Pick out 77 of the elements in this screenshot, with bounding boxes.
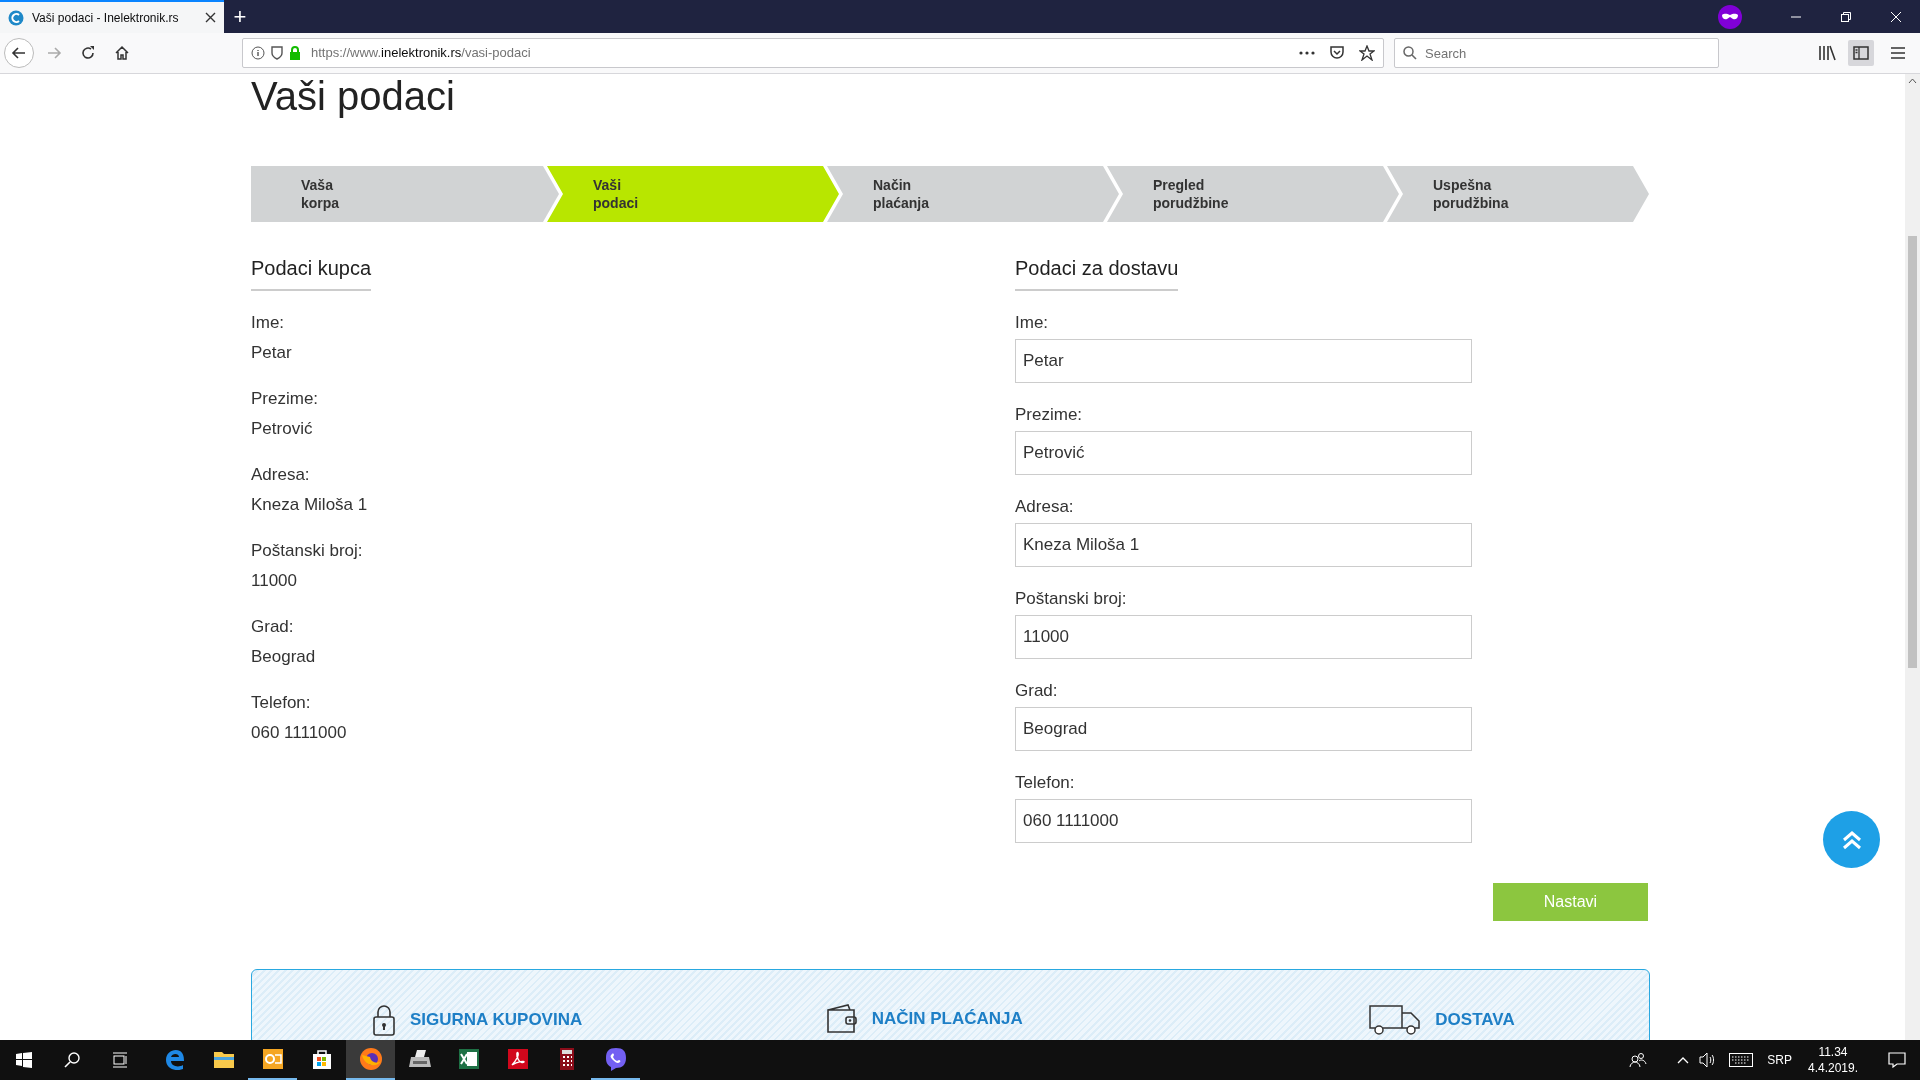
field-label: Ime: (1015, 312, 1049, 334)
field-value: Beograd (251, 646, 316, 668)
input-field[interactable]: Petrović (1015, 431, 1472, 475)
checkout-step[interactable]: Uspešna porudžbina (1387, 166, 1649, 222)
taskbar-app-icon[interactable] (346, 1040, 395, 1080)
star-icon[interactable] (1359, 45, 1375, 61)
close-icon[interactable] (205, 12, 216, 23)
people-icon[interactable] (1629, 1052, 1648, 1068)
wallet-icon (825, 1004, 858, 1034)
field-label: Adresa: (1015, 496, 1074, 518)
section-heading: Podaci kupca (251, 253, 372, 291)
checkout-step[interactable]: Vaša korpa (251, 166, 559, 222)
field-label: Grad: (251, 616, 294, 638)
private-mask-icon (1718, 4, 1742, 29)
input-field[interactable]: 11000 (1015, 615, 1472, 659)
reload-icon[interactable] (80, 45, 96, 61)
search-field[interactable]: Search (1394, 38, 1719, 68)
search-icon (1403, 46, 1417, 60)
banner-label: NAČIN PLAĆANJA (871, 1008, 1023, 1031)
input-language[interactable]: SRP (1767, 1051, 1792, 1069)
field-value: 11000 (251, 570, 297, 592)
more-icon[interactable] (1299, 51, 1315, 55)
field-label: Ime: (251, 312, 285, 334)
info-icon (251, 46, 265, 60)
scrollbar-thumb[interactable] (1908, 236, 1917, 668)
back-button[interactable] (4, 38, 34, 68)
task-view-icon[interactable] (112, 1052, 128, 1068)
field-label: Prezime: (1015, 404, 1083, 426)
notification-icon[interactable] (1888, 1052, 1906, 1068)
field-value: Petar (251, 342, 292, 364)
sidebar-toggle[interactable] (1848, 40, 1874, 66)
input-field[interactable]: Beograd (1015, 707, 1472, 751)
address-bar[interactable]: https://www.inelektronik.rs/vasi-podaci (242, 38, 1384, 68)
shield-icon (271, 46, 283, 60)
checkout-step[interactable]: Pregled porudžbine (1107, 166, 1399, 222)
scrollbar[interactable] (1905, 74, 1920, 1040)
home-icon[interactable] (114, 45, 130, 61)
field-label: Telefon: (251, 692, 311, 714)
truck-icon (1369, 1004, 1422, 1036)
clock[interactable]: 11.34 4.4.2019. (1807, 1044, 1858, 1076)
new-tab-button[interactable]: + (224, 0, 256, 33)
search-icon[interactable] (64, 1052, 80, 1068)
page-title: Vaši podaci (251, 76, 455, 116)
field-value: Kneza Miloša 1 (251, 494, 368, 516)
scroll-to-top-button[interactable] (1823, 811, 1880, 868)
keyboard-icon[interactable] (1729, 1053, 1754, 1067)
field-value: 060 1111000 (251, 722, 347, 744)
pocket-icon[interactable] (1329, 45, 1345, 61)
double-chevron-up-icon (1840, 828, 1863, 851)
banner-label: SIGURNA KUPOVINA (410, 1009, 583, 1032)
input-field[interactable]: Kneza Miloša 1 (1015, 523, 1472, 567)
banner-label: DOSTAVA (1435, 1009, 1515, 1032)
browser-tab[interactable]: Vaši podaci - Inelektronik.rs (0, 0, 224, 33)
field-label: Prezime: (251, 388, 319, 410)
restore-icon[interactable] (1840, 10, 1852, 23)
field-label: Poštanski broj: (251, 540, 363, 562)
chevron-up-icon[interactable] (1677, 1056, 1690, 1064)
url-text: https://www.inelektronik.rs/vasi-podaci (311, 44, 532, 63)
back-arrow-icon (11, 45, 27, 61)
field-value: Petrović (251, 418, 313, 440)
section-heading: Podaci za dostavu (1015, 253, 1179, 291)
field-label: Grad: (1015, 680, 1058, 702)
input-field[interactable]: 060 1111000 (1015, 799, 1472, 843)
checkout-step[interactable]: Vaši podaci (547, 166, 839, 222)
lock-icon (289, 46, 301, 60)
field-label: Poštanski broj: (1015, 588, 1127, 610)
checkout-step[interactable]: Način plaćanja (827, 166, 1119, 222)
field-label: Telefon: (1015, 772, 1075, 794)
padlock-icon (372, 1004, 396, 1036)
site-logo-icon (8, 9, 24, 26)
library-icon[interactable] (1818, 45, 1836, 61)
windows-start-icon[interactable] (16, 1052, 32, 1068)
tab-title: Vaši podaci - Inelektronik.rs (32, 9, 180, 27)
menu-icon[interactable] (1890, 46, 1906, 60)
input-field[interactable]: Petar (1015, 339, 1472, 383)
field-label: Adresa: (251, 464, 310, 486)
sidebar-icon (1853, 46, 1869, 60)
